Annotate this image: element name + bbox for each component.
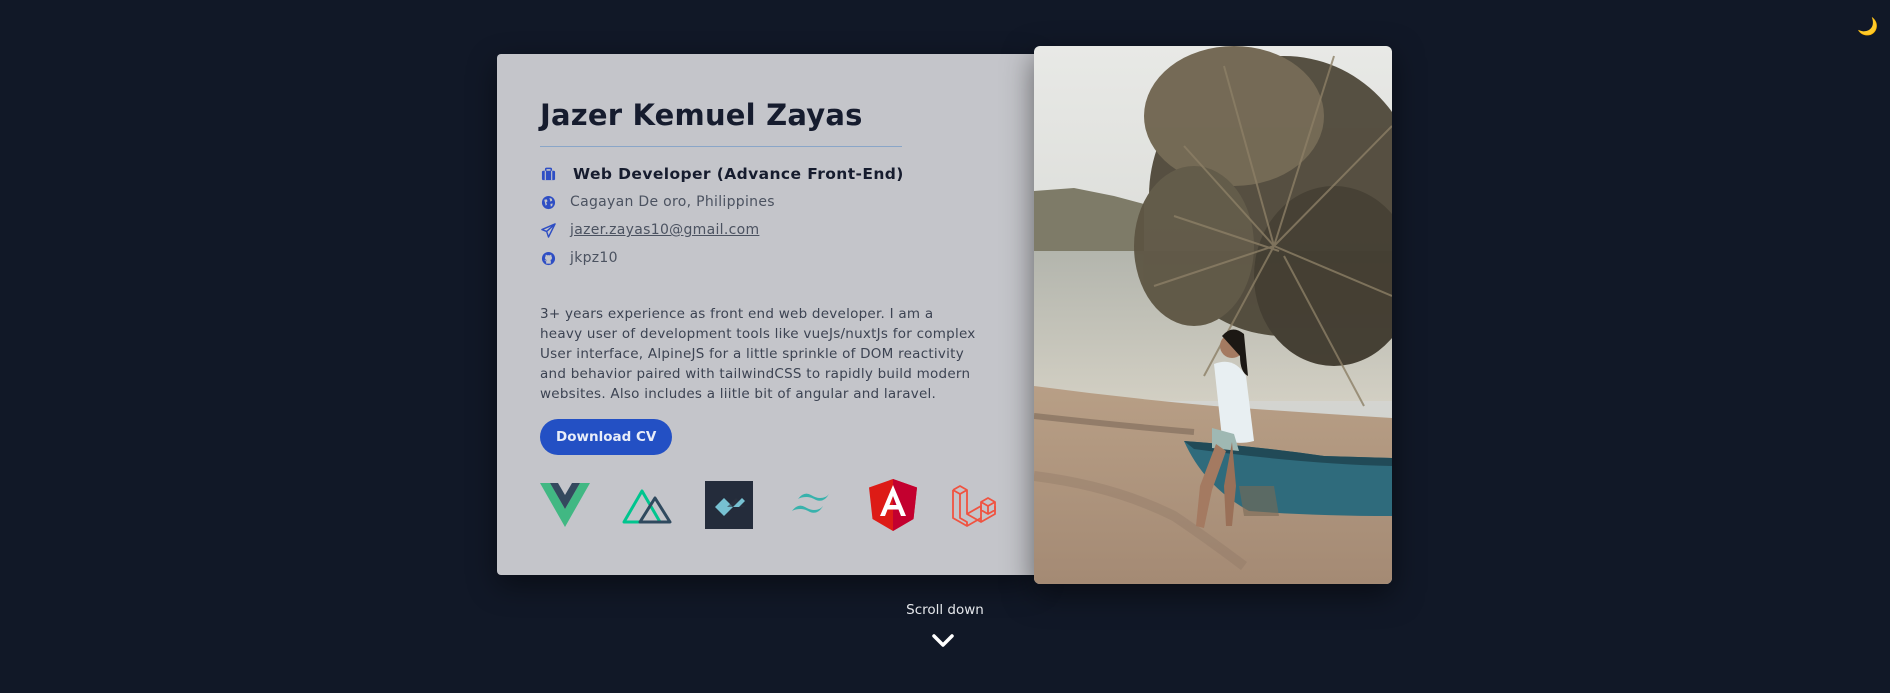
paper-plane-icon: [540, 222, 556, 238]
name-divider: [540, 146, 902, 147]
vue-icon: [540, 480, 590, 530]
moon-icon[interactable]: 🌙: [1857, 16, 1879, 38]
job-title: Web Developer (Advance Front-End): [573, 165, 904, 183]
github-row: jkpz10: [540, 250, 618, 266]
scroll-down-label[interactable]: Scroll down: [0, 602, 1890, 618]
alpine-icon: [704, 480, 754, 530]
profile-photo: [1034, 46, 1392, 584]
angular-icon: [868, 479, 918, 531]
briefcase-icon: [540, 166, 556, 182]
email-link[interactable]: jazer.zayas10@gmail.com: [570, 222, 759, 238]
github-username[interactable]: jkpz10: [570, 250, 618, 266]
email-row: jazer.zayas10@gmail.com: [540, 222, 759, 238]
nuxt-icon: [622, 480, 672, 530]
job-title-row: Web Developer (Advance Front-End): [540, 165, 904, 183]
chevron-down-icon[interactable]: [931, 632, 955, 650]
tech-stack: [540, 479, 1000, 531]
github-icon: [540, 250, 556, 266]
location-text: Cagayan De oro, Philippines: [570, 194, 775, 210]
download-cv-button[interactable]: Download CV: [540, 419, 673, 455]
laravel-icon: [950, 480, 1000, 530]
globe-icon: [540, 194, 556, 210]
profile-name: Jazer Kemuel Zayas: [540, 98, 863, 132]
location-row: Cagayan De oro, Philippines: [540, 194, 775, 210]
profile-card: Jazer Kemuel Zayas Web Developer (Advanc…: [497, 54, 1034, 575]
tailwind-icon: [786, 480, 836, 530]
bio-paragraph: 3+ years experience as front end web dev…: [540, 306, 976, 402]
